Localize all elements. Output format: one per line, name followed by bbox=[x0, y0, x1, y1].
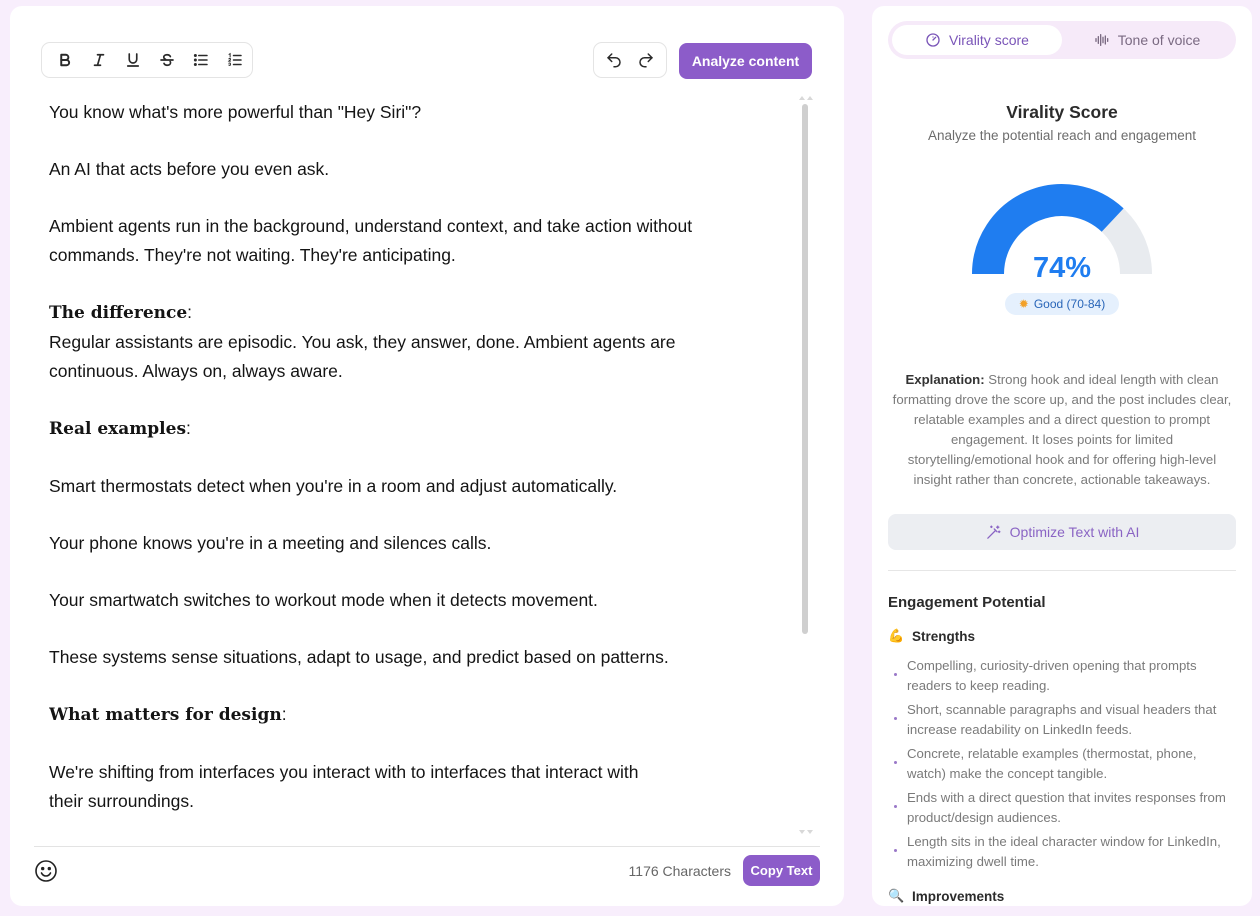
paragraph: You know what's more powerful than "Hey … bbox=[49, 102, 422, 122]
improvements-heading: 🔍 Improvements bbox=[888, 888, 1004, 904]
post-text-editor[interactable]: You know what's more powerful than "Hey … bbox=[49, 98, 789, 828]
undo-button[interactable] bbox=[599, 45, 629, 75]
section-heading: The difference: bbox=[49, 298, 789, 328]
bullet-list-icon bbox=[193, 54, 208, 66]
strength-item: Ends with a direct question that invites… bbox=[894, 788, 1234, 828]
bold-button[interactable] bbox=[48, 45, 82, 75]
heading-text: Real examples bbox=[49, 419, 187, 439]
smiley-icon bbox=[35, 860, 57, 882]
explanation-label: Explanation: bbox=[905, 372, 985, 387]
paragraph: Smart thermostats detect when you're in … bbox=[49, 476, 618, 496]
heading-colon: : bbox=[187, 302, 193, 322]
score-title: Virality Score bbox=[1006, 102, 1118, 122]
section-heading: What matters for design: bbox=[49, 700, 789, 730]
tab-label: Tone of voice bbox=[1117, 32, 1201, 48]
character-count: 1176 Characters bbox=[628, 863, 731, 879]
flexed-biceps-icon: 💪 bbox=[888, 628, 905, 643]
numbered-list-icon bbox=[227, 52, 242, 66]
numbered-list-button[interactable] bbox=[218, 45, 252, 75]
emoji-picker-button[interactable] bbox=[34, 859, 58, 883]
bullet-dot bbox=[894, 805, 897, 808]
italic-icon bbox=[93, 53, 105, 67]
paragraph: We're shifting from interfaces you inter… bbox=[49, 758, 789, 816]
editor-footer-divider bbox=[34, 846, 820, 847]
analysis-tabs: Virality score Tone of voice bbox=[888, 21, 1236, 59]
undo-icon bbox=[607, 53, 621, 68]
paragraph-line: We're shifting from interfaces you inter… bbox=[49, 762, 639, 782]
strength-item: Concrete, relatable examples (thermostat… bbox=[894, 744, 1234, 784]
waveform-icon bbox=[1095, 34, 1109, 46]
strikethrough-button[interactable] bbox=[150, 45, 184, 75]
underline-icon bbox=[126, 53, 140, 67]
italic-button[interactable] bbox=[82, 45, 116, 75]
analyze-content-button[interactable]: Analyze content bbox=[679, 43, 812, 79]
score-subtitle: Analyze the potential reach and engageme… bbox=[928, 128, 1196, 143]
magic-wand-icon bbox=[986, 524, 1001, 539]
editor-card: Analyze content You know what's more pow… bbox=[10, 6, 844, 906]
paragraph: Your phone knows you're in a meeting and… bbox=[49, 533, 492, 553]
editor-scrollbar[interactable] bbox=[799, 96, 813, 838]
history-toolbar bbox=[593, 42, 667, 78]
scrollbar-thumb[interactable] bbox=[802, 104, 808, 634]
magnifier-icon: 🔍 bbox=[888, 888, 905, 903]
panel-divider bbox=[888, 570, 1236, 571]
copy-text-button[interactable]: Copy Text bbox=[743, 855, 820, 886]
explanation-text: Strong hook and ideal length with clean … bbox=[892, 372, 1232, 487]
bullet-dot bbox=[894, 761, 897, 764]
heading-colon: : bbox=[281, 704, 287, 724]
heading-text: What matters for design bbox=[49, 705, 282, 725]
paragraph-line: commands. They're not waiting. They're a… bbox=[49, 245, 456, 265]
gauge-icon bbox=[926, 33, 940, 47]
strength-item: Compelling, curiosity-driven opening tha… bbox=[894, 656, 1234, 696]
redo-button[interactable] bbox=[631, 45, 661, 75]
scroll-up-arrow-icon[interactable] bbox=[799, 96, 813, 104]
strength-text: Ends with a direct question that invites… bbox=[907, 790, 1226, 825]
heading-colon: : bbox=[186, 418, 191, 438]
rating-label: Good (70-84) bbox=[1033, 297, 1106, 311]
tab-virality-score[interactable]: Virality score bbox=[892, 25, 1062, 55]
strength-text: Concrete, relatable examples (thermostat… bbox=[907, 746, 1197, 781]
score-value: 74% bbox=[1032, 252, 1092, 284]
paragraph-line: their surroundings. bbox=[49, 791, 194, 811]
paragraph-line: continuous. Always on, always aware. bbox=[49, 361, 343, 381]
underline-button[interactable] bbox=[116, 45, 150, 75]
format-toolbar bbox=[41, 42, 253, 78]
optimize-button-label: Optimize Text with AI bbox=[1009, 524, 1140, 540]
strikethrough-icon bbox=[160, 53, 174, 67]
paragraph-line: Ambient agents run in the background, un… bbox=[49, 216, 693, 236]
sun-icon: ✹ bbox=[1018, 297, 1029, 311]
paragraph: Regular assistants are episodic. You ask… bbox=[49, 328, 789, 386]
paragraph: An AI that acts before you even ask. bbox=[49, 159, 330, 179]
optimize-text-button[interactable]: Optimize Text with AI bbox=[888, 514, 1236, 550]
score-explanation: Explanation: Strong hook and ideal lengt… bbox=[890, 370, 1234, 490]
paragraph-line: Regular assistants are episodic. You ask… bbox=[49, 332, 676, 352]
strength-text: Short, scannable paragraphs and visual h… bbox=[907, 702, 1217, 737]
bullet-dot bbox=[894, 849, 897, 852]
strengths-list: Compelling, curiosity-driven opening tha… bbox=[894, 656, 1234, 876]
heading-text: The difference bbox=[49, 303, 188, 323]
tab-tone-of-voice[interactable]: Tone of voice bbox=[1062, 25, 1232, 55]
bullet-dot bbox=[894, 673, 897, 676]
strengths-heading: 💪 Strengths bbox=[888, 628, 975, 644]
strength-item: Short, scannable paragraphs and visual h… bbox=[894, 700, 1234, 740]
strength-text: Length sits in the ideal character windo… bbox=[907, 834, 1221, 869]
strengths-label: Strengths bbox=[912, 628, 976, 644]
rating-badge: ✹ Good (70-84) bbox=[1005, 293, 1119, 315]
paragraph: Ambient agents run in the background, un… bbox=[49, 212, 789, 270]
paragraph: Your smartwatch switches to workout mode… bbox=[49, 590, 598, 610]
section-heading: Real examples: bbox=[49, 414, 789, 444]
strength-item: Length sits in the ideal character windo… bbox=[894, 832, 1234, 872]
bold-icon bbox=[60, 53, 71, 67]
redo-icon bbox=[639, 53, 653, 68]
paragraph: These systems sense situations, adapt to… bbox=[49, 647, 669, 667]
strength-text: Compelling, curiosity-driven opening tha… bbox=[907, 658, 1197, 693]
improvements-label: Improvements bbox=[912, 888, 1005, 904]
analysis-panel: Virality score Tone of voice Virality Sc… bbox=[872, 6, 1252, 906]
bullet-list-button[interactable] bbox=[184, 45, 218, 75]
bullet-dot bbox=[894, 717, 897, 720]
scroll-down-arrow-icon[interactable] bbox=[799, 830, 813, 838]
engagement-heading: Engagement Potential bbox=[888, 594, 1046, 611]
tab-label: Virality score bbox=[949, 32, 1029, 48]
